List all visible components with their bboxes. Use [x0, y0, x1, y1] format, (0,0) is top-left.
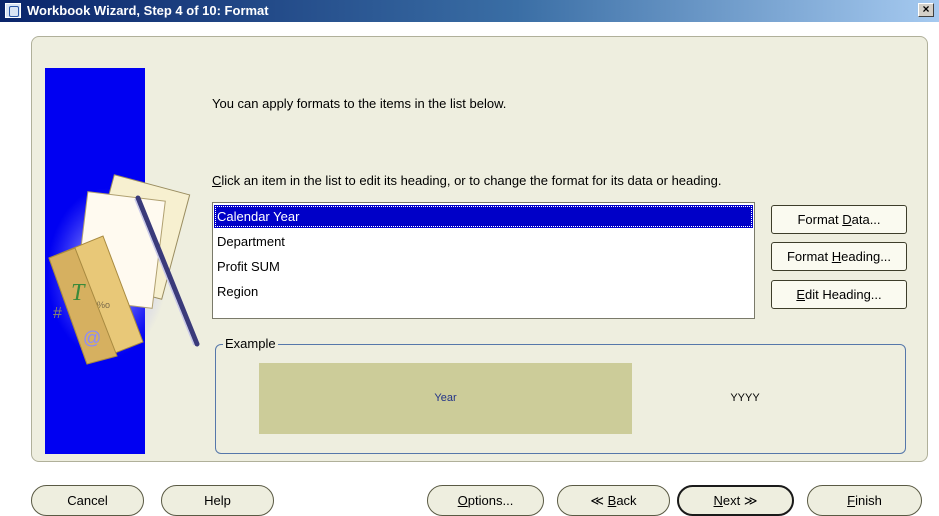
edit-heading-button[interactable]: Edit Heading... [771, 280, 907, 309]
list-item-profit-sum[interactable]: Profit SUM [214, 255, 753, 278]
cancel-label: Cancel [67, 493, 108, 508]
format-heading-button[interactable]: Format Heading... [771, 242, 907, 271]
format-heading-label-before: Format [786, 249, 832, 264]
format-data-label-after: ata... [851, 212, 881, 227]
svg-text:T: T [71, 280, 86, 306]
close-button[interactable]: × [918, 3, 934, 17]
help-label: Help [204, 493, 231, 508]
instruction-text: Click an item in the list to edit its he… [212, 173, 721, 188]
edit-heading-label-after: dit Heading... [805, 287, 882, 302]
intro-text: You can apply formats to the items in th… [212, 96, 507, 111]
format-data-mnemonic: D [842, 212, 852, 227]
items-listbox[interactable]: Calendar Year Department Profit SUM Regi… [212, 202, 755, 319]
next-label-after: ext ≫ [722, 493, 758, 508]
next-mnemonic: N [713, 493, 723, 508]
options-button[interactable]: Options... [427, 485, 544, 516]
app-icon [5, 3, 21, 18]
example-legend: Example [223, 336, 278, 352]
list-item-region[interactable]: Region [214, 280, 753, 303]
cancel-button[interactable]: Cancel [31, 485, 144, 516]
title-bar: Workbook Wizard, Step 4 of 10: Format × [0, 0, 939, 22]
instruction-mnemonic: C [212, 173, 222, 188]
edit-heading-mnemonic: E [796, 287, 806, 302]
svg-text:@: @ [83, 328, 101, 348]
window-title: Workbook Wizard, Step 4 of 10: Format [27, 3, 269, 18]
back-label-before: ≪ [590, 493, 608, 508]
documents-illustration-icon: T # @ %o [47, 174, 200, 365]
finish-mnemonic: F [847, 493, 856, 508]
instruction-rest: lick an item in the list to edit its hea… [221, 173, 722, 188]
example-heading-preview: Year [259, 363, 632, 434]
format-data-label-before: Format [797, 212, 843, 227]
wizard-illustration: T # @ %o [45, 68, 200, 454]
finish-button[interactable]: Finish [807, 485, 922, 516]
next-button[interactable]: Next ≫ [677, 485, 794, 516]
list-item-department[interactable]: Department [214, 230, 753, 253]
svg-text:%o: %o [97, 300, 110, 310]
options-label-after: ptions... [467, 493, 514, 508]
help-button[interactable]: Help [161, 485, 274, 516]
options-mnemonic: O [457, 493, 468, 508]
back-label-after: ack [616, 493, 637, 508]
finish-label-after: inish [855, 493, 882, 508]
format-data-button[interactable]: Format Data... [771, 205, 907, 234]
list-item-calendar-year[interactable]: Calendar Year [214, 205, 753, 228]
back-button[interactable]: ≪ Back [557, 485, 670, 516]
svg-text:#: # [53, 305, 62, 322]
format-heading-label-after: eading... [841, 249, 892, 264]
example-data-preview: YYYY [730, 392, 760, 404]
wizard-body: T # @ %o You can apply formats to the it… [0, 22, 939, 516]
format-heading-mnemonic: H [831, 249, 842, 264]
